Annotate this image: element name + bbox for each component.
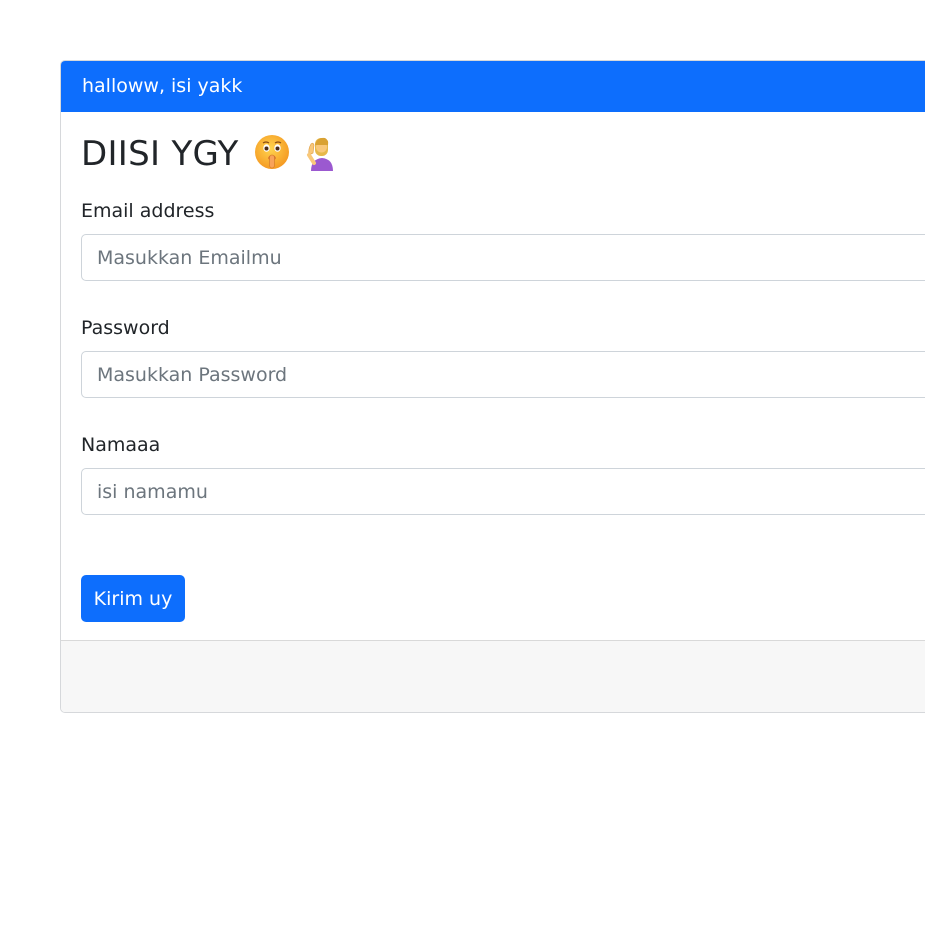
- password-label: Password: [81, 317, 170, 339]
- woman-tipping-hand-emoji-icon: [305, 133, 339, 175]
- email-label: Email address: [81, 200, 215, 222]
- password-input[interactable]: [81, 351, 925, 398]
- title-row: DIISI YGY: [81, 132, 339, 176]
- name-input[interactable]: [81, 468, 925, 515]
- card-header: halloww, isi yakk: [61, 61, 925, 112]
- form-card: halloww, isi yakk DIISI YGY Email addres…: [60, 60, 925, 713]
- page-title: DIISI YGY: [81, 134, 239, 174]
- email-input[interactable]: [81, 234, 925, 281]
- shushing-face-emoji-icon: [253, 133, 291, 175]
- submit-button[interactable]: Kirim uy: [81, 575, 185, 622]
- name-label: Namaaa: [81, 434, 161, 456]
- card-body: DIISI YGY Email address Masukkan Emailmu…: [61, 112, 925, 642]
- card-footer: [61, 640, 925, 712]
